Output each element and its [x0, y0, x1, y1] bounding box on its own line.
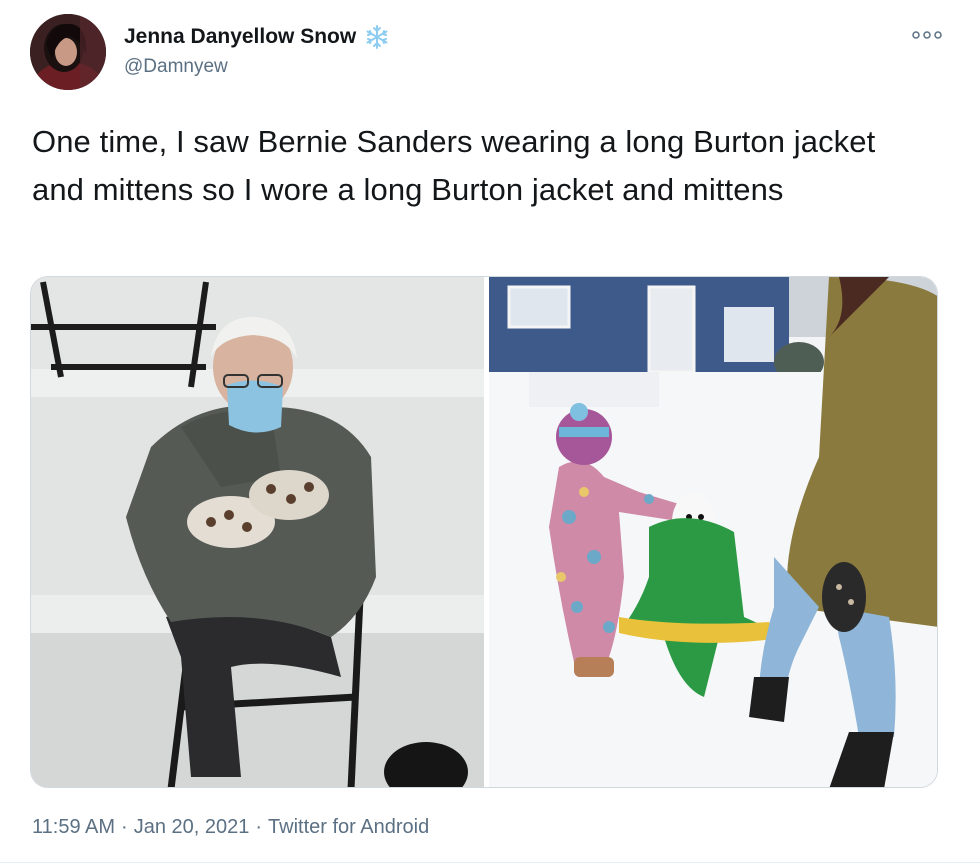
author-handle[interactable]: @Damnyew	[124, 56, 228, 78]
tweet-date[interactable]: Jan 20, 2021	[134, 816, 250, 839]
tweet-time[interactable]: 11:59 AM	[32, 816, 115, 839]
more-options-icon[interactable]	[910, 28, 944, 42]
author-name-row[interactable]: Jenna Danyellow Snow	[124, 24, 390, 50]
tweet-text: One time, I saw Bernie Sanders wearing a…	[32, 124, 876, 207]
meta-separator: ·	[121, 816, 128, 838]
author-name[interactable]: Jenna Danyellow Snow	[124, 25, 356, 49]
tweet-card: Jenna Danyellow Snow @Damnyew One time, …	[0, 0, 980, 863]
avatar[interactable]	[30, 14, 106, 90]
child-snowman-photo[interactable]	[489, 277, 938, 788]
bernie-sanders-photo[interactable]	[31, 277, 484, 788]
media-grid	[30, 276, 938, 788]
tweet-source[interactable]: Twitter for Android	[268, 816, 429, 839]
tweet-meta: 11:59 AM · Jan 20, 2021 · Twitter for An…	[32, 816, 429, 839]
avatar-image	[30, 14, 106, 90]
meta-separator: ·	[255, 816, 263, 838]
snowflake-icon	[366, 25, 388, 49]
